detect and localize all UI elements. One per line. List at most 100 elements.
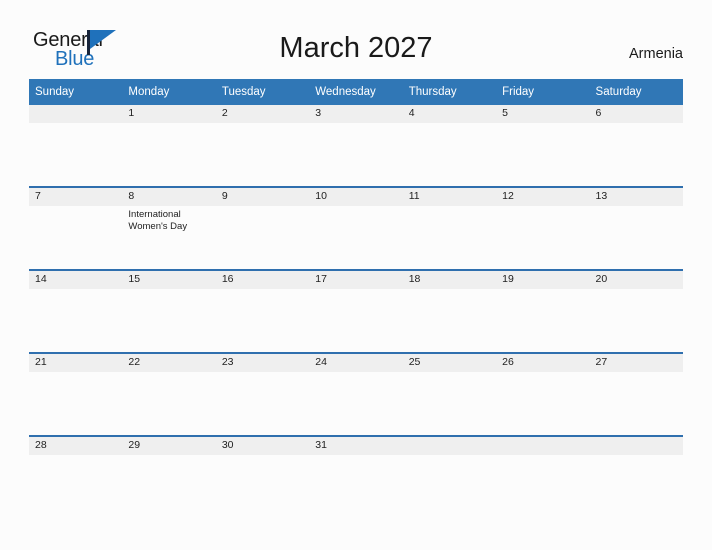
weekday-header-friday: Friday [496,79,590,105]
calendar-week-row: 28 29 30 31 [29,435,683,518]
day-cell-inner: 2 [215,105,310,186]
day-cell-inner [29,105,123,186]
calendar-day-cell[interactable]: 14 [29,269,123,353]
day-cell-inner: 8 International Women's Day [122,188,216,269]
day-number: 22 [128,356,141,368]
day-cell-inner: 14 [29,271,123,352]
day-number: 15 [128,273,141,285]
day-cell-inner: 29 [122,437,216,518]
day-number-band: 20 [589,271,683,289]
calendar-day-cell[interactable]: 24 [309,352,403,436]
day-cell-inner: 19 [496,271,590,352]
calendar-day-cell[interactable]: 17 [309,269,403,353]
day-number-band [29,105,123,123]
day-number: 9 [221,190,228,202]
day-cell-inner [589,437,683,518]
calendar-day-cell[interactable]: 11 [402,186,497,270]
page-header: General Blue March 2027 Armenia [0,0,712,76]
day-number: 13 [595,190,608,202]
calendar-day-cell[interactable]: 21 [29,352,123,436]
calendar-day-cell[interactable]: 16 [215,269,310,353]
calendar-day-cell[interactable]: 20 [589,269,683,353]
day-number-band: 14 [29,271,123,289]
day-cell-inner: 27 [589,354,683,435]
calendar-empty-cell [29,105,123,187]
calendar-day-cell[interactable]: 3 [309,105,403,187]
day-number: 8 [128,190,135,202]
event-label: Women's Day [128,221,188,232]
day-cell-inner: 10 [309,188,403,269]
day-cell-inner: 21 [29,354,123,435]
day-number: 3 [315,107,322,119]
day-number: 28 [35,439,47,451]
calendar-day-cell[interactable]: 19 [496,269,590,353]
day-number: 19 [502,273,514,285]
calendar-day-cell[interactable]: 8 International Women's Day [122,186,216,270]
weekday-header-row: Sunday Monday Tuesday Wednesday Thursday… [29,79,683,105]
calendar-day-cell[interactable]: 28 [29,435,123,518]
day-cell-inner: 5 [496,105,590,186]
calendar-day-cell[interactable]: 18 [402,269,497,353]
calendar-day-cell[interactable]: 25 [402,352,497,436]
day-number: 17 [315,273,327,285]
page-title: March 2027 [279,32,433,64]
day-number-band: 31 [309,437,403,455]
calendar-day-cell[interactable]: 15 [122,269,216,353]
day-number-band: 30 [215,437,310,455]
day-number-band: 15 [122,271,216,289]
calendar-day-cell[interactable]: 31 [309,435,403,518]
day-number: 20 [595,273,608,285]
day-cell-inner [496,437,590,518]
day-number-band: 16 [215,271,310,289]
weekday-header-monday: Monday [122,79,216,105]
calendar-day-cell[interactable]: 30 [215,435,310,518]
calendar-page: General Blue March 2027 Armenia Sunday M… [0,0,712,550]
calendar-week-row: 14 15 16 17 18 19 20 [29,269,683,353]
calendar-day-cell[interactable]: 7 [29,186,123,270]
calendar-day-cell[interactable]: 4 [402,105,497,187]
calendar-day-cell[interactable]: 1 [122,105,216,187]
calendar-empty-cell [496,435,590,518]
calendar-day-cell[interactable]: 2 [215,105,310,187]
calendar-empty-cell [589,435,683,518]
day-cell-inner: 15 [122,271,216,352]
day-number: 14 [35,273,47,285]
calendar-grid: Sunday Monday Tuesday Wednesday Thursday… [29,79,683,518]
day-cell-inner: 20 [589,271,683,352]
day-cell-inner: 30 [215,437,310,518]
day-cell-inner: 6 [589,105,683,186]
calendar-day-cell[interactable]: 27 [589,352,683,436]
day-number-band: 3 [309,105,403,123]
day-cell-inner: 18 [402,271,497,352]
day-number: 21 [35,356,47,368]
day-number: 10 [315,190,327,202]
day-number: 25 [408,356,421,368]
day-number-band: 23 [215,354,310,372]
day-cell-inner: 31 [309,437,403,518]
day-number-band: 10 [309,188,403,206]
day-number: 11 [408,190,420,202]
calendar-day-cell[interactable]: 26 [496,352,590,436]
day-number-band: 21 [29,354,123,372]
weekday-header-thursday: Thursday [402,79,497,105]
calendar-day-cell[interactable]: 22 [122,352,216,436]
calendar-day-cell[interactable]: 29 [122,435,216,518]
day-cell-inner: 17 [309,271,403,352]
day-cell-inner: 9 [215,188,310,269]
calendar-day-cell[interactable]: 23 [215,352,310,436]
calendar-day-cell[interactable]: 5 [496,105,590,187]
day-number: 18 [408,273,421,285]
calendar-day-cell[interactable]: 10 [309,186,403,270]
day-cell-inner: 4 [402,105,497,186]
calendar-week-row: 7 8 International Women's Day 9 10 11 12 13 [29,186,683,270]
calendar-day-cell[interactable]: 6 [589,105,683,187]
calendar-day-cell[interactable]: 9 [215,186,310,270]
day-number-band: 2 [215,105,310,123]
day-number-band: 11 [402,188,497,206]
calendar-day-cell[interactable]: 12 [496,186,590,270]
calendar-day-cell[interactable]: 13 [589,186,683,270]
day-number-band: 8 [122,188,216,206]
day-number: 12 [502,190,514,202]
day-number-band: 24 [309,354,403,372]
day-cell-inner: 12 [496,188,590,269]
